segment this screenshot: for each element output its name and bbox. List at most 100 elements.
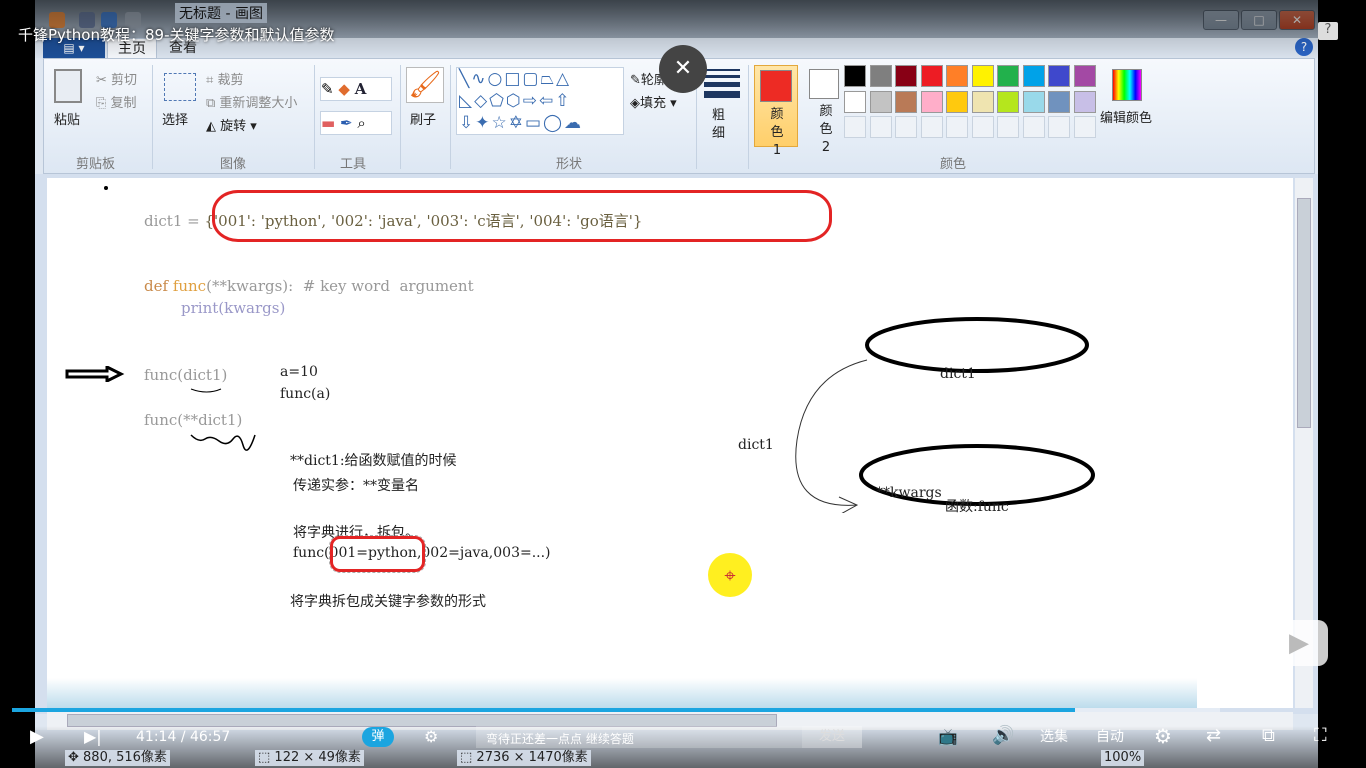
autoplay-button[interactable]: 自动	[1096, 728, 1124, 746]
divider	[748, 65, 749, 169]
progress-fill	[12, 708, 1076, 712]
magnifier-icon[interactable]: ⌕	[357, 114, 365, 132]
resize-label: 重新调整大小	[219, 96, 298, 111]
play-button[interactable]: ▶	[30, 728, 44, 746]
eraser-icon[interactable]: ▬	[321, 114, 335, 132]
ellipse2-label-func: 函数:func	[945, 499, 1009, 515]
edit-colors-button[interactable]: 编辑颜色	[1100, 107, 1152, 126]
edit-colors-icon	[1112, 69, 1142, 101]
palette-swatch[interactable]	[1073, 65, 1096, 87]
brush-button[interactable]: 刷子	[410, 109, 436, 128]
palette-swatch[interactable]	[1048, 65, 1070, 87]
fill-button[interactable]: ◈填充 ▾	[630, 92, 677, 111]
episodes-button[interactable]: 选集	[1040, 728, 1068, 746]
palette-swatch[interactable]	[895, 65, 917, 87]
note4-suffix: ,002=java,003=...)	[416, 545, 551, 561]
settings-gear-icon[interactable]: ⚙	[1154, 726, 1172, 746]
custom-color-slot[interactable]	[997, 116, 1019, 138]
tools-group-label: 工具	[340, 157, 367, 172]
crop-button[interactable]: ⌗ 裁剪	[206, 69, 243, 88]
shapes-gallery[interactable]: ╲∿○□▢⏢△ ◺◇⬠⬡⇨⇦⇧ ⇩✦☆✡▭◯☁	[456, 67, 624, 135]
send-button[interactable]: 发送	[802, 726, 862, 748]
custom-color-slot[interactable]	[946, 116, 968, 138]
copy-button[interactable]: ⎘ 复制	[96, 92, 137, 111]
palette-swatch[interactable]	[895, 90, 917, 113]
fullscreen-icon[interactable]: ⛶	[1314, 727, 1327, 745]
ellipse2-label-kwargs: **kwargs	[876, 485, 942, 501]
color1-swatch	[760, 70, 792, 102]
palette-swatch[interactable]	[1048, 90, 1070, 113]
palette-swatch[interactable]	[844, 90, 866, 113]
palette-swatch[interactable]	[1022, 65, 1045, 87]
selection-size: ⬚ 122 × 49像素	[255, 750, 364, 766]
ellipse1-label: dict1	[940, 366, 976, 382]
palette-swatch[interactable]	[946, 90, 968, 113]
select-button[interactable]: 选择	[162, 109, 188, 128]
palette-swatch[interactable]	[869, 65, 892, 87]
color-picker-icon[interactable]: ✒	[340, 114, 353, 132]
help-bubble-icon[interactable]: ?	[1318, 22, 1338, 40]
cursor-position: ✥ 880, 516像素	[65, 750, 170, 766]
copy-label: 复制	[110, 96, 137, 111]
note-line-5: 将字典拆包成关键字参数的形式	[290, 594, 486, 610]
picture-in-picture-icon[interactable]: ⧉	[1262, 727, 1275, 745]
fill-bucket-icon[interactable]: ◆	[338, 80, 350, 98]
drawing-canvas[interactable]: dict1 = {'001': 'python', '002': 'java',…	[47, 178, 1293, 708]
palette-swatch[interactable]	[1073, 90, 1096, 113]
a-assign-line: a=10	[280, 364, 318, 380]
palette-swatch[interactable]	[997, 65, 1019, 87]
call1-line: func(dict1)	[144, 366, 228, 384]
arrow-right-icon	[65, 366, 125, 382]
pencil-icon[interactable]: ✎	[321, 80, 334, 98]
resize-button[interactable]: ⧉ 重新调整大小	[206, 92, 297, 111]
color1-label: 颜色 1	[770, 107, 784, 158]
play-overlay-button[interactable]: ▶	[1270, 620, 1328, 666]
rotate-button[interactable]: ◭ 旋转 ▾	[206, 115, 257, 134]
custom-color-slot[interactable]	[1073, 116, 1096, 138]
palette-swatch[interactable]	[920, 90, 943, 113]
palette-swatch[interactable]	[971, 90, 994, 113]
palette-swatch[interactable]	[844, 65, 866, 87]
size-button[interactable]: 粗细	[712, 107, 732, 143]
custom-color-slot[interactable]	[895, 116, 917, 138]
palette-swatch[interactable]	[971, 65, 994, 87]
custom-color-slot[interactable]	[1022, 116, 1045, 138]
cut-button[interactable]: ✂ 剪切	[96, 69, 137, 88]
selection-size-value: 122 × 49像素	[274, 750, 361, 765]
def-args: (**kwargs): # key word argument	[206, 277, 474, 295]
custom-color-slot[interactable]	[971, 116, 994, 138]
tools-row-2: ▬ ✒ ⌕	[320, 111, 392, 135]
color2-label: 颜色 2	[819, 104, 833, 155]
time-display: 41:14 / 46:57	[136, 728, 230, 746]
fill-label: 填充	[640, 96, 667, 111]
brush-icon: 🖌	[406, 67, 444, 103]
custom-color-slot[interactable]	[869, 116, 892, 138]
danmaku-settings-icon[interactable]: ⚙	[424, 728, 438, 746]
custom-color-slot[interactable]	[920, 116, 943, 138]
progress-bar[interactable]	[12, 708, 1220, 712]
palette-swatch[interactable]	[946, 65, 968, 87]
color2-button[interactable]: 颜色 2	[804, 65, 848, 155]
paste-button[interactable]: 粘贴	[54, 109, 80, 128]
danmaku-toggle[interactable]: 弹	[362, 727, 394, 747]
def-keyword: def	[144, 277, 173, 295]
volume-icon[interactable]: 🔊	[992, 727, 1014, 745]
danmaku-input[interactable]: 弯待正还差一点点 继续答题 发送	[476, 726, 862, 748]
custom-color-slot[interactable]	[1048, 116, 1070, 138]
crop-label: 裁剪	[217, 73, 244, 88]
current-time: 41:14	[136, 729, 177, 745]
palette-swatch[interactable]	[920, 65, 943, 87]
loop-off-icon[interactable]: ⇄	[1206, 727, 1221, 745]
selected-red-rectangle[interactable]	[329, 535, 426, 573]
close-overlay-button[interactable]: ✕	[659, 45, 707, 93]
color1-button[interactable]: 颜色 1	[754, 65, 798, 158]
dot-mark	[104, 186, 108, 190]
custom-color-slot[interactable]	[844, 116, 866, 138]
palette-swatch[interactable]	[869, 90, 892, 113]
palette-swatch[interactable]	[1022, 90, 1045, 113]
tools-row-1: ✎ ◆ A	[320, 77, 392, 101]
text-tool-icon[interactable]: A	[355, 80, 367, 98]
tv-icon[interactable]: 📺	[938, 728, 958, 746]
palette-swatch[interactable]	[997, 90, 1019, 113]
next-button[interactable]: ▶|	[84, 728, 102, 746]
